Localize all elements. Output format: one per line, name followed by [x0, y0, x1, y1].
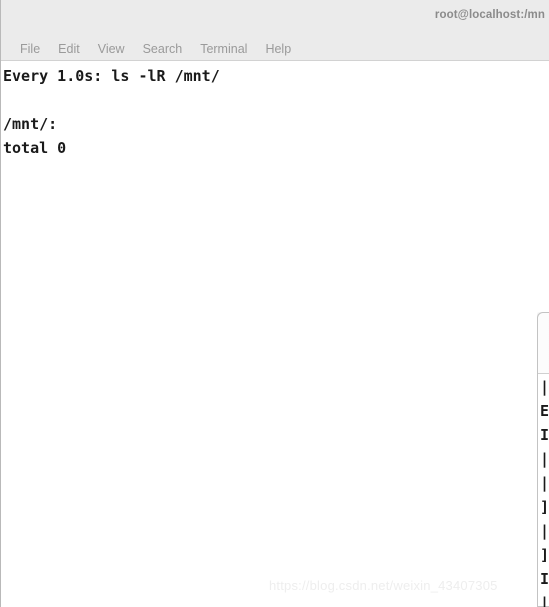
terminal-line: /mnt/: — [3, 115, 58, 133]
background-window-line: I — [540, 426, 549, 444]
menu-item-terminal[interactable]: Terminal — [191, 38, 256, 60]
terminal-output-area[interactable]: Every 1.0s: ls -lR /mnt/ /mnt/: total 0 — [1, 62, 549, 607]
window-title: root@localhost:/mn — [434, 9, 545, 21]
menu-item-view[interactable]: View — [89, 38, 134, 60]
menu-item-file[interactable]: File — [11, 38, 49, 60]
menu-item-edit[interactable]: Edit — [49, 38, 89, 60]
terminal-line: Every 1.0s: ls -lR /mnt/ — [3, 67, 220, 85]
background-window-line: | — [540, 450, 549, 468]
terminal-line: total 0 — [3, 139, 67, 157]
terminal-window: root@localhost:/mn File Edit View Search… — [0, 0, 549, 607]
background-window[interactable]: | E I | | ] | ] I | — [537, 312, 549, 607]
background-window-content: | E I | | ] | ] I | — [538, 375, 549, 607]
background-window-line: ] — [540, 498, 549, 516]
background-window-titlebar[interactable] — [538, 313, 549, 374]
window-titlebar[interactable]: root@localhost:/mn — [1, 0, 549, 37]
menu-item-search[interactable]: Search — [134, 38, 192, 60]
background-window-frame: | E I | | ] | ] I | — [537, 312, 549, 607]
menu-item-help[interactable]: Help — [256, 38, 300, 60]
menubar: File Edit View Search Terminal Help — [1, 37, 549, 61]
background-window-line: E — [540, 402, 549, 420]
background-window-line: | — [540, 522, 549, 540]
background-window-line: | — [540, 474, 549, 492]
background-window-line: ] — [540, 546, 549, 564]
background-window-line: | — [540, 378, 549, 396]
background-window-line: I — [540, 570, 549, 588]
background-window-line: | — [540, 594, 549, 607]
